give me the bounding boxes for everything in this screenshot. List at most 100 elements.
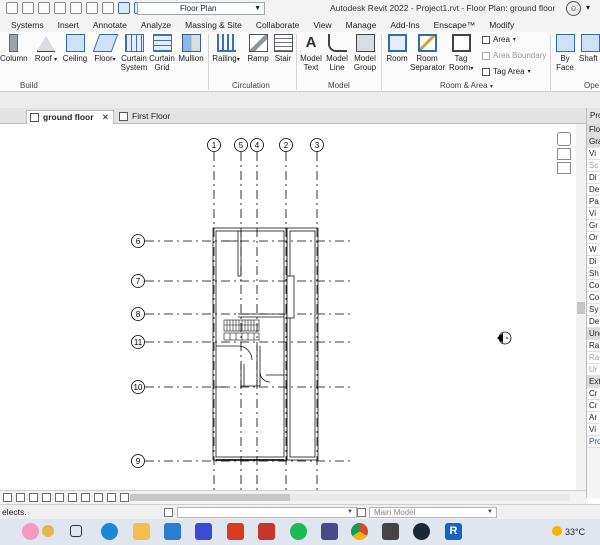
crop-view-icon[interactable] xyxy=(68,493,77,502)
tab-collaborate[interactable]: Collaborate xyxy=(249,18,306,32)
undo-icon[interactable] xyxy=(54,2,66,14)
floor-plan-drawing[interactable]: 1 5 4 2 3 6 7 8 11 10 9 xyxy=(0,124,586,490)
property-row[interactable]: Ur xyxy=(587,364,600,376)
model-line-button[interactable]: Model Line xyxy=(325,34,349,72)
grid-bubble-10[interactable]: 10 xyxy=(131,380,145,394)
analytical-model-icon[interactable] xyxy=(120,493,129,502)
mullion-button[interactable]: Mullion xyxy=(177,34,205,63)
property-row[interactable]: Sy xyxy=(587,304,600,316)
vertical-scrollbar[interactable] xyxy=(576,124,586,490)
property-row[interactable]: Vi xyxy=(587,424,600,436)
column-button[interactable]: Column xyxy=(0,34,28,63)
tab-enscape[interactable]: Enscape™ xyxy=(427,18,483,32)
shadows-icon[interactable] xyxy=(55,493,64,502)
curtain-grid-button[interactable]: Curtain Grid xyxy=(149,34,175,72)
grid-bubble-9[interactable]: 9 xyxy=(131,454,145,468)
grid-bubble-5[interactable]: 5 xyxy=(234,138,248,152)
grid-bubble-11[interactable]: 11 xyxy=(131,335,145,349)
floor-button[interactable]: Floor▾ xyxy=(92,34,118,65)
stair[interactable] xyxy=(223,319,260,341)
property-row[interactable]: Vi xyxy=(587,208,600,220)
reveal-hidden-icon[interactable] xyxy=(107,493,116,502)
tab-modify[interactable]: Modify xyxy=(482,18,521,32)
sun-path-icon[interactable] xyxy=(42,493,51,502)
area-button[interactable]: Area ▾ xyxy=(482,35,516,44)
by-face-button[interactable]: By Face xyxy=(554,34,576,72)
horizontal-scrollbar[interactable] xyxy=(130,494,570,501)
design-options-icon[interactable] xyxy=(357,508,366,517)
vscode-like-icon[interactable] xyxy=(195,523,212,540)
property-row[interactable]: De xyxy=(587,316,600,328)
property-row[interactable]: Cr xyxy=(587,388,600,400)
spotify-icon[interactable] xyxy=(290,523,307,540)
property-row[interactable]: De xyxy=(587,184,600,196)
curtain-system-button[interactable]: Curtain System xyxy=(120,34,148,72)
open-icon[interactable] xyxy=(6,2,18,14)
camera-icon[interactable] xyxy=(382,523,399,540)
tab-add-ins[interactable]: Add-Ins xyxy=(383,18,426,32)
grid-bubble-2[interactable]: 2 xyxy=(279,138,293,152)
scroll-thumb[interactable] xyxy=(577,302,585,314)
design-option-dropdown[interactable]: Main Model ▼ xyxy=(369,507,497,518)
roof-button[interactable]: Roof ▾ xyxy=(33,34,59,65)
user-icon[interactable]: ☺ xyxy=(566,1,581,16)
tab-manage[interactable]: Manage xyxy=(339,18,384,32)
property-row[interactable]: Gr xyxy=(587,220,600,232)
walls[interactable] xyxy=(212,227,319,461)
shaft-button[interactable]: Shaft xyxy=(579,34,600,63)
model-group-button[interactable]: Model Group xyxy=(352,34,378,72)
room-separator-button[interactable]: Room Separator xyxy=(410,34,445,72)
grid-bubble-3[interactable]: 3 xyxy=(310,138,324,152)
chrome-icon[interactable] xyxy=(351,523,368,540)
store-icon[interactable] xyxy=(164,523,181,540)
tab-insert[interactable]: Insert xyxy=(51,18,86,32)
active-workset-dropdown[interactable]: ▼ xyxy=(177,507,357,518)
chevron-down-icon[interactable]: ▾ xyxy=(586,3,590,12)
tag-room-button[interactable]: Tag Room▾ xyxy=(449,34,473,74)
grid-bubble-6[interactable]: 6 xyxy=(131,234,145,248)
grid-bubble-7[interactable]: 7 xyxy=(131,274,145,288)
property-row[interactable]: Sh xyxy=(587,268,600,280)
property-row[interactable]: Di xyxy=(587,172,600,184)
text-icon[interactable] xyxy=(118,2,130,14)
tab-view[interactable]: View xyxy=(306,18,338,32)
stair-button[interactable]: Stair xyxy=(272,34,294,63)
tab-systems[interactable]: Systems xyxy=(0,18,51,32)
property-row[interactable]: Co xyxy=(587,280,600,292)
zoom-extents-icon[interactable] xyxy=(557,162,571,174)
tag-area-button[interactable]: Tag Area ▾ xyxy=(482,67,531,76)
drawing-area[interactable]: 1 5 4 2 3 6 7 8 11 10 9 xyxy=(0,124,586,490)
show-crop-icon[interactable] xyxy=(81,493,90,502)
view-selector[interactable]: Floor Plan ▼ xyxy=(137,2,265,15)
weather-widget[interactable]: 33°C xyxy=(552,526,585,537)
tab-massing-site[interactable]: Massing & Site xyxy=(178,18,249,32)
property-row[interactable]: Or xyxy=(587,232,600,244)
grid-bubble-4[interactable]: 4 xyxy=(250,138,264,152)
zoom-icon[interactable] xyxy=(557,148,571,160)
detail-level-icon[interactable] xyxy=(16,493,25,502)
ramp-button[interactable]: Ramp xyxy=(246,34,270,63)
tab-first-floor[interactable]: First Floor xyxy=(116,110,196,124)
tab-annotate[interactable]: Annotate xyxy=(86,18,134,32)
steam-icon[interactable] xyxy=(413,523,430,540)
property-row[interactable]: Pa xyxy=(587,196,600,208)
property-row[interactable]: Di xyxy=(587,256,600,268)
property-row[interactable]: Ra xyxy=(587,340,600,352)
ceiling-button[interactable]: Ceiling xyxy=(62,34,88,63)
visual-style-icon[interactable] xyxy=(29,493,38,502)
office-icon[interactable] xyxy=(227,523,244,540)
video-icon[interactable] xyxy=(321,523,338,540)
property-row[interactable]: Co xyxy=(587,292,600,304)
edge-icon[interactable] xyxy=(101,523,118,540)
property-row[interactable]: Pro xyxy=(587,436,600,448)
measure-icon[interactable] xyxy=(102,2,114,14)
redo-icon[interactable] xyxy=(70,2,82,14)
file-explorer-icon[interactable] xyxy=(133,523,150,540)
property-row[interactable]: Sc xyxy=(587,160,600,172)
scale-icon[interactable] xyxy=(3,493,12,502)
sync-icon[interactable] xyxy=(38,2,50,14)
property-row[interactable]: Vi xyxy=(587,148,600,160)
railing-button[interactable]: Railing▾ xyxy=(212,34,240,65)
property-row[interactable]: Ra xyxy=(587,352,600,364)
revit-icon[interactable]: R xyxy=(445,523,462,540)
